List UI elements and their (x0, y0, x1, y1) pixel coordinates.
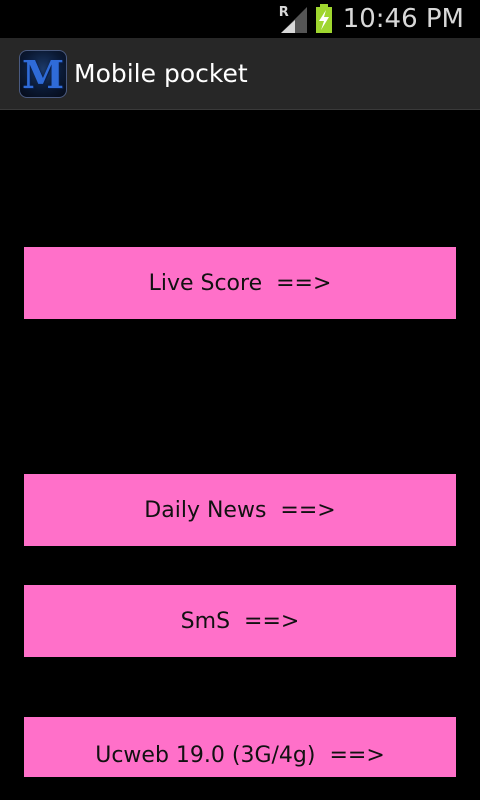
main-content: Live Score ==> Daily News ==> SmS ==> Uc… (0, 110, 480, 800)
battery-charging-icon (315, 4, 332, 33)
live-score-button[interactable]: Live Score ==> (24, 247, 456, 319)
daily-news-button[interactable]: Daily News ==> (24, 474, 456, 546)
app-title: Mobile pocket (74, 59, 248, 88)
ucweb-button[interactable]: Ucweb 19.0 (3G/4g) ==> (24, 717, 456, 777)
roaming-indicator: R (278, 5, 289, 20)
app-logo-icon[interactable]: M (19, 50, 67, 98)
status-bar: R 10:46 PM (0, 0, 480, 38)
signal-indicator: R (279, 3, 309, 35)
action-bar: M Mobile pocket (0, 38, 480, 110)
clock: 10:46 PM (342, 4, 464, 34)
status-icons: R 10:46 PM (279, 0, 464, 38)
app-logo-letter: M (21, 51, 65, 97)
sms-button[interactable]: SmS ==> (24, 585, 456, 657)
